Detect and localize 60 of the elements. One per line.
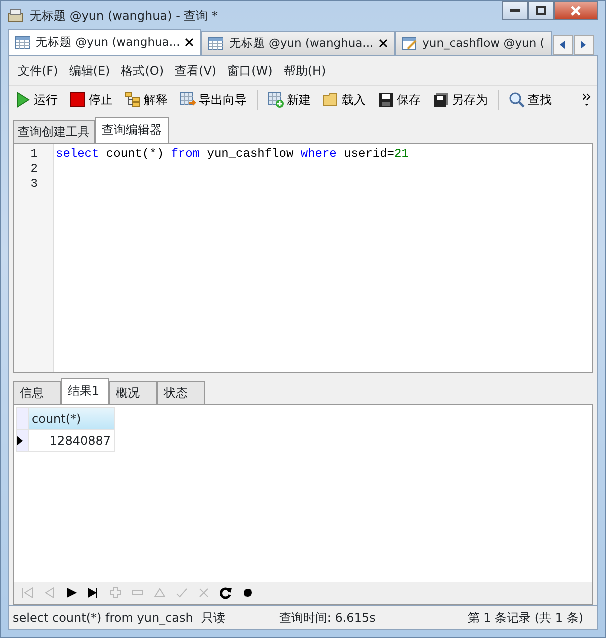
result-tab[interactable]: 结果1: [61, 378, 109, 404]
minimize-button[interactable]: [502, 1, 528, 20]
menu-item[interactable]: 文件(F): [18, 62, 58, 80]
status-time-text: 查询时间: 6.615s: [278, 610, 377, 626]
line-number: 3: [30, 177, 39, 192]
play-icon: [15, 92, 31, 108]
minimize-icon: [510, 8, 520, 12]
status-query-text: select count(*) from yun_cash: [12, 610, 194, 626]
find-button[interactable]: 查找: [507, 90, 554, 108]
close-icon: [571, 6, 581, 16]
search-icon: [509, 92, 525, 108]
close-button[interactable]: [554, 1, 598, 20]
document-tab[interactable]: 无标题 @yun (wanghua...: [201, 31, 395, 55]
editor-tab[interactable]: 查询创建工具: [13, 120, 95, 143]
tree-icon: [125, 92, 141, 108]
grid-plus-icon: [268, 92, 284, 108]
line-number: 1: [30, 147, 39, 162]
status-mode-text: 只读: [200, 610, 226, 626]
grid-arrow-icon: [180, 92, 196, 108]
load-button[interactable]: 载入: [321, 90, 368, 108]
table-cell: 12840887: [28, 430, 114, 452]
scroll-right-button[interactable]: [574, 35, 594, 55]
sql-editor[interactable]: 1 2 3 select count(*) from yun_cashflow where userid=21: [13, 143, 593, 373]
stop-icon: [70, 92, 86, 108]
save-button[interactable]: 保存: [376, 90, 423, 108]
table-pencil-icon: [402, 36, 418, 50]
menu-item[interactable]: 查看(V): [175, 62, 217, 80]
right-arrow-icon: [580, 40, 587, 49]
new-button[interactable]: 新建: [266, 90, 313, 108]
menu-item[interactable]: 帮助(H): [284, 62, 326, 80]
app-icon: [8, 9, 24, 23]
export-button[interactable]: 导出向导: [178, 90, 249, 108]
line-number: 2: [30, 162, 39, 177]
maximize-button[interactable]: [528, 1, 554, 20]
grid-icon: [208, 36, 224, 50]
run-button[interactable]: 运行: [13, 90, 60, 108]
menu-item[interactable]: 窗口(W): [228, 62, 273, 80]
code-line: select count(*) from yun_cashflow where userid=21: [56, 147, 409, 162]
result-tab[interactable]: 信息: [13, 381, 61, 404]
editor-tab[interactable]: 查询编辑器: [95, 117, 169, 143]
explain-button[interactable]: 解释: [123, 90, 170, 108]
document-tab[interactable]: 无标题 @yun (wanghua...: [8, 29, 202, 55]
folder-icon: [323, 92, 339, 108]
status-records-text: 第 1 条记录 (共 1 条): [466, 610, 585, 626]
menu-item[interactable]: 格式(O): [121, 62, 164, 80]
grid-icon: [15, 36, 31, 50]
saveas-button[interactable]: 另存为: [431, 90, 490, 108]
maximize-icon: [536, 6, 546, 15]
result-tab[interactable]: 概况: [109, 381, 157, 404]
column-header[interactable]: count(*): [28, 408, 114, 430]
scroll-left-button[interactable]: [552, 35, 573, 55]
document-tab[interactable]: yun_cashflow @yun (: [394, 31, 552, 55]
left-arrow-icon: [560, 40, 566, 49]
overflow-icon[interactable]: [581, 92, 593, 106]
window-title: 无标题 @yun (wanghua) - 查询 *: [30, 8, 218, 25]
floppy-stack-icon: [433, 92, 449, 108]
result-tab[interactable]: 状态: [157, 381, 205, 404]
floppy-icon: [378, 92, 394, 108]
stop-button[interactable]: 停止: [68, 90, 115, 108]
menu-item[interactable]: 编辑(E): [69, 62, 110, 80]
